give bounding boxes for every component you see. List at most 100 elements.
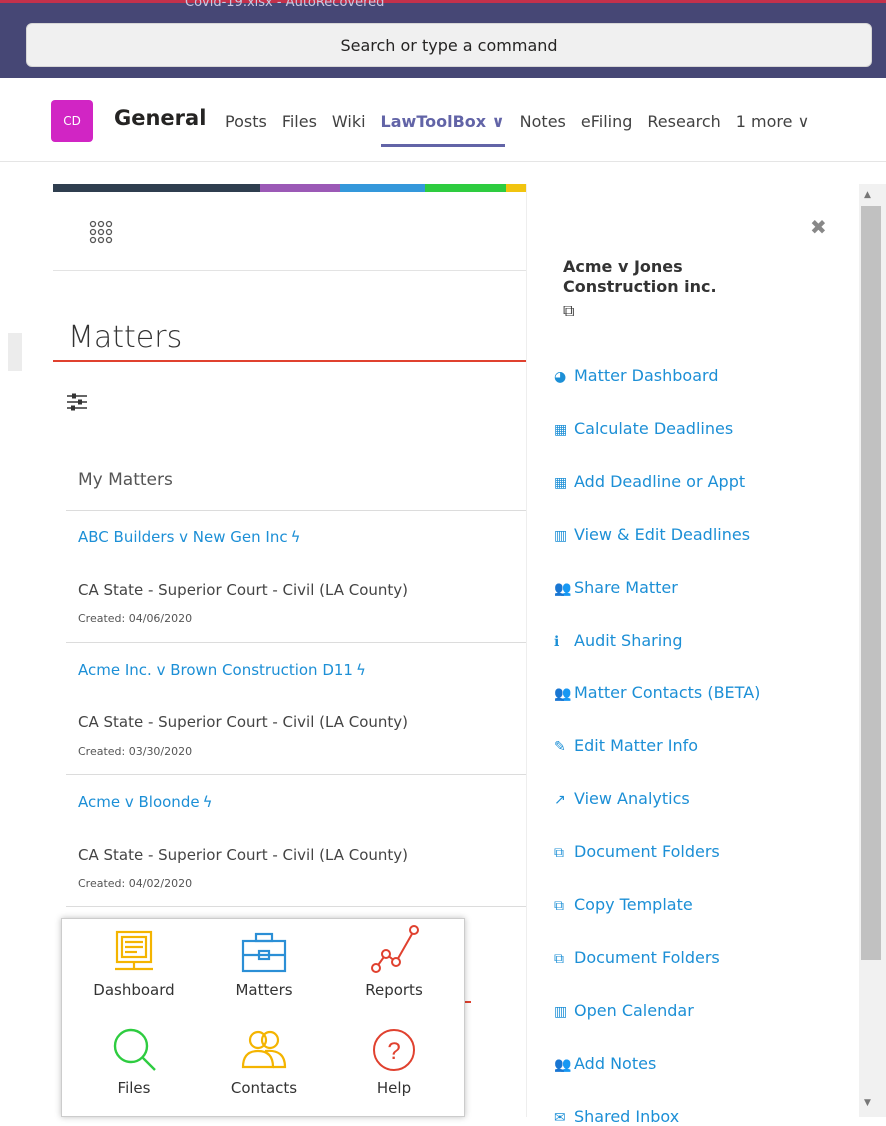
info-icon: ℹ	[554, 633, 560, 650]
launcher-label: Files	[117, 1079, 151, 1097]
menu-item-matter-dashboard[interactable]: ◕ Matter Dashboard	[554, 366, 718, 385]
tab-posts[interactable]: Posts	[225, 112, 267, 147]
page-title: Matters	[68, 320, 183, 355]
menu-item-document-folders[interactable]: ⧉ Document Folders	[554, 948, 720, 967]
envelope-icon: ✉	[554, 1109, 566, 1126]
copy-icon[interactable]: ⧉	[563, 301, 574, 321]
tab-files[interactable]: Files	[282, 112, 317, 147]
color-bar-segment	[506, 184, 526, 192]
tab-lawtoolbox[interactable]: LawToolBox ∨	[380, 112, 505, 147]
menu-item-share-matter[interactable]: 👥 Share Matter	[554, 578, 678, 597]
briefcase-icon	[241, 932, 287, 973]
bolt-icon: ϟ	[202, 793, 213, 811]
calendar-icon: ▥	[554, 527, 568, 544]
tab-notes[interactable]: Notes	[520, 112, 566, 147]
matter-detail-panel	[526, 184, 859, 1117]
scroll-down-icon[interactable]: ▼	[864, 1098, 871, 1108]
menu-item-label: View Analytics	[574, 789, 690, 809]
matter-court: CA State - Superior Court - Civil (LA Co…	[78, 846, 409, 864]
matter-name: Acme v Bloonde	[78, 793, 200, 811]
menu-item-label: Edit Matter Info	[574, 736, 699, 756]
close-icon[interactable]: ✖	[810, 215, 827, 239]
tab-wiki[interactable]: Wiki	[332, 112, 366, 147]
color-bar-segment	[260, 184, 340, 192]
matter-link[interactable]: Acme v Bloonde ϟ	[78, 793, 212, 811]
menu-item-label: Add Notes	[574, 1053, 657, 1073]
matter-title: Acme v Jones Construction inc.	[563, 257, 717, 296]
calendar-icon: ▥	[554, 1003, 568, 1020]
filter-icon[interactable]	[66, 392, 88, 412]
copy-icon: ⧉	[554, 898, 564, 914]
menu-item-view-analytics[interactable]: ↗ View Analytics	[554, 789, 690, 808]
search-input[interactable]: Search or type a command	[26, 23, 872, 67]
avatar[interactable]: CD	[51, 100, 93, 142]
launcher-matters[interactable]: Matters	[197, 929, 331, 999]
users-icon: 👥	[554, 580, 572, 597]
help-icon: ?	[373, 1029, 415, 1071]
dashboard-icon	[115, 930, 153, 971]
menu-item-label: View & Edit Deadlines	[574, 524, 751, 544]
title-underline	[53, 360, 526, 362]
matter-link[interactable]: ABC Builders v New Gen Inc ϟ	[78, 528, 301, 546]
matter-court: CA State - Superior Court - Civil (LA Co…	[78, 581, 409, 599]
menu-item-shared-inbox[interactable]: ✉ Shared Inbox	[554, 1107, 679, 1126]
divider	[66, 774, 526, 775]
color-bar-segment	[425, 184, 506, 192]
menu-item-label: Share Matter	[574, 577, 678, 597]
copy-icon: ⧉	[554, 950, 564, 967]
menu-item-matter-contacts-beta[interactable]: 👥 Matter Contacts (BETA)	[554, 683, 760, 702]
dashboard-icon: ◕	[554, 369, 567, 385]
color-bar-segment	[53, 184, 260, 192]
menu-item-label: Copy Template	[574, 895, 693, 914]
menu-item-edit-matter-info[interactable]: ✎ Edit Matter Info	[554, 736, 698, 755]
divider	[66, 510, 526, 511]
app-grid-icon[interactable]	[88, 220, 118, 248]
color-bar-segment	[340, 184, 425, 192]
menu-item-view-edit-deadlines[interactable]: ▥ View & Edit Deadlines	[554, 525, 750, 544]
search-icon	[113, 1028, 156, 1071]
matter-link[interactable]: Acme Inc. v Brown Construction D11 ϟ	[78, 661, 366, 679]
copy-icon: ⧉	[554, 845, 564, 862]
divider	[66, 906, 526, 907]
menu-item-add-deadline-or-appt[interactable]: ▦ Add Deadline or Appt	[554, 472, 745, 491]
launcher-contacts[interactable]: Contacts	[197, 1027, 331, 1097]
launcher-help[interactable]: ? Help	[327, 1027, 461, 1097]
tab-research[interactable]: Research	[647, 112, 720, 147]
launcher-label: Reports	[365, 981, 423, 999]
launcher-reports[interactable]: Reports	[327, 924, 461, 999]
window-title: Covid-19.xlsx - AutoRecovered	[185, 0, 385, 10]
scroll-up-icon[interactable]: ▲	[864, 190, 871, 200]
reports-icon	[371, 925, 419, 973]
channel-name: General	[114, 106, 207, 130]
menu-item-label: Open Calendar	[574, 1000, 694, 1020]
bolt-icon: ϟ	[355, 661, 366, 679]
edit-icon: ✎	[554, 739, 566, 756]
section-heading: My Matters	[78, 470, 173, 490]
menu-item-label: Matter Dashboard	[574, 366, 719, 385]
svg-text:?: ?	[387, 1038, 400, 1065]
menu-item-add-notes[interactable]: 👥 Add Notes	[554, 1054, 656, 1073]
menu-item-copy-template[interactable]: ⧉ Copy Template	[554, 895, 693, 914]
tab-more[interactable]: 1 more ∨	[736, 112, 810, 147]
left-rail-stub	[8, 333, 22, 371]
launcher-files[interactable]: Files	[67, 1027, 201, 1097]
color-bar	[53, 184, 526, 192]
launcher-label: Contacts	[230, 1079, 298, 1097]
divider	[66, 642, 526, 643]
menu-item-document-folders[interactable]: ⧉ Document Folders	[554, 842, 720, 861]
matter-created: Created: 04/06/2020	[78, 612, 193, 625]
menu-item-label: Document Folders	[574, 842, 720, 862]
channel-tabs: Posts Files Wiki LawToolBox ∨ Notes eFil…	[225, 112, 824, 147]
menu-item-label: Matter Contacts (BETA)	[574, 683, 761, 703]
menu-item-calculate-deadlines[interactable]: ▦ Calculate Deadlines	[554, 419, 733, 438]
menu-item-label: Calculate Deadlines	[574, 418, 734, 438]
menu-item-label: Audit Sharing	[574, 630, 683, 650]
menu-item-audit-sharing[interactable]: ℹ Audit Sharing	[554, 631, 682, 650]
launcher-label: Help	[376, 1079, 412, 1097]
menu-item-open-calendar[interactable]: ▥ Open Calendar	[554, 1001, 694, 1020]
scrollbar-thumb[interactable]	[861, 206, 881, 960]
users-icon: 👥	[554, 1056, 572, 1073]
tab-efiling[interactable]: eFiling	[581, 112, 633, 147]
launcher-dashboard[interactable]: Dashboard	[67, 929, 201, 999]
users-icon: 👥	[554, 686, 572, 703]
